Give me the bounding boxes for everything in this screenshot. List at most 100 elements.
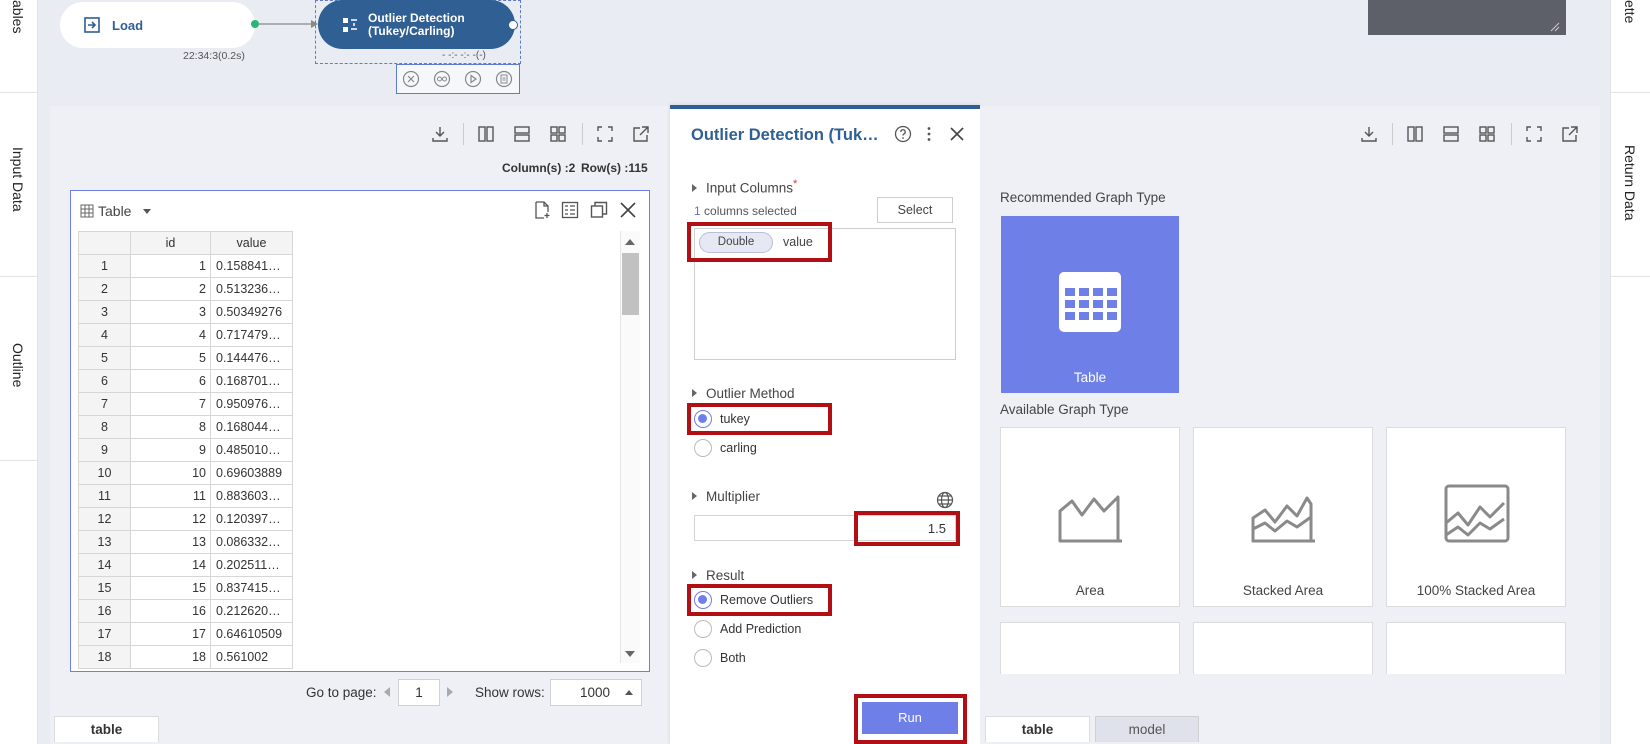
id-cell[interactable]: 11 — [130, 484, 211, 508]
value-cell[interactable]: 0.837415… — [210, 576, 293, 600]
table-row[interactable]: 7 7 0.950976… — [78, 392, 293, 416]
value-cell[interactable]: 0.168044… — [210, 415, 293, 439]
id-column-header[interactable]: id — [130, 231, 211, 255]
next-page-icon[interactable] — [447, 687, 453, 697]
value-cell[interactable]: 0.69603889 — [210, 461, 293, 485]
chevron-down-icon[interactable] — [143, 209, 151, 214]
split-horizontal-icon[interactable] — [511, 123, 533, 145]
id-cell[interactable]: 18 — [130, 645, 211, 669]
table-row[interactable]: 12 12 0.120397… — [78, 507, 293, 531]
split-horizontal-icon[interactable] — [1440, 123, 1462, 145]
recommended-table-card[interactable]: Table — [1001, 216, 1179, 393]
right-tab-table[interactable]: table — [985, 716, 1090, 742]
delete-node-icon[interactable] — [400, 68, 422, 90]
result-section[interactable]: Result — [692, 568, 744, 583]
minimap[interactable] — [1368, 0, 1566, 35]
graph-card-stacked-area[interactable]: Stacked Area — [1193, 427, 1373, 607]
table-row[interactable]: 5 5 0.144476… — [78, 346, 293, 370]
result-both-label[interactable]: Both — [720, 651, 746, 665]
id-cell[interactable]: 1 — [130, 254, 211, 278]
multiplier-section[interactable]: Multiplier — [692, 489, 760, 504]
table-row[interactable]: 6 6 0.168701… — [78, 369, 293, 393]
graph-card-more-3[interactable] — [1386, 622, 1566, 674]
right-tab-model[interactable]: model — [1095, 716, 1199, 742]
value-column-header[interactable]: value — [210, 231, 293, 255]
table-row[interactable]: 4 4 0.717479… — [78, 323, 293, 347]
value-cell[interactable]: 0.120397… — [210, 507, 293, 531]
scroll-down-icon[interactable] — [625, 651, 635, 657]
value-cell[interactable]: 0.883603… — [210, 484, 293, 508]
value-cell[interactable]: 0.717479… — [210, 323, 293, 347]
side-tab-tables[interactable]: ables — [10, 0, 26, 33]
method-carling-label[interactable]: carling — [720, 441, 757, 455]
table-row[interactable]: 13 13 0.086332… — [78, 530, 293, 554]
copy-icon[interactable] — [588, 199, 610, 221]
left-tab-table[interactable]: table — [54, 716, 159, 742]
id-cell[interactable]: 8 — [130, 415, 211, 439]
help-icon[interactable] — [892, 123, 914, 145]
connect-node-icon[interactable] — [431, 68, 453, 90]
table-row[interactable]: 17 17 0.64610509 — [78, 622, 293, 646]
id-cell[interactable]: 17 — [130, 622, 211, 646]
table-row[interactable]: 10 10 0.69603889 — [78, 461, 293, 485]
graph-card-area[interactable]: Area — [1000, 427, 1180, 607]
value-cell[interactable]: 0.212620… — [210, 599, 293, 623]
clipboard-node-icon[interactable] — [493, 68, 515, 90]
side-tab-outline[interactable]: Outline — [10, 343, 26, 387]
page-input[interactable]: 1 — [398, 679, 440, 706]
graph-card-100-stacked-area[interactable]: 100% Stacked Area — [1386, 427, 1566, 607]
select-columns-button[interactable]: Select — [877, 197, 953, 223]
scroll-up-icon[interactable] — [625, 239, 635, 245]
id-cell[interactable]: 5 — [130, 346, 211, 370]
close-panel-icon[interactable] — [946, 123, 968, 145]
prev-page-icon[interactable] — [384, 687, 390, 697]
download-icon[interactable] — [1358, 123, 1380, 145]
table-row[interactable]: 11 11 0.883603… — [78, 484, 293, 508]
side-tab-return-data[interactable]: Return Data — [1622, 145, 1638, 220]
globe-icon[interactable] — [934, 489, 956, 511]
table-row[interactable]: 3 3 0.50349276 — [78, 300, 293, 324]
result-add-radio[interactable] — [694, 620, 712, 638]
id-cell[interactable]: 16 — [130, 599, 211, 623]
value-cell[interactable]: 0.485010… — [210, 438, 293, 462]
show-rows-select[interactable]: 1000 — [550, 679, 642, 706]
value-cell[interactable]: 0.64610509 — [210, 622, 293, 646]
value-cell[interactable]: 0.144476… — [210, 346, 293, 370]
grid-layout-icon[interactable] — [547, 123, 569, 145]
id-cell[interactable]: 14 — [130, 553, 211, 577]
side-tab-palette[interactable]: ette — [1622, 0, 1638, 23]
id-cell[interactable]: 13 — [130, 530, 211, 554]
side-tab-input-data[interactable]: Input Data — [10, 147, 26, 212]
minimap-resize-icon[interactable] — [1550, 20, 1560, 32]
id-cell[interactable]: 9 — [130, 438, 211, 462]
value-cell[interactable]: 0.168701… — [210, 369, 293, 393]
fullscreen-icon[interactable] — [594, 123, 616, 145]
table-row[interactable]: 2 2 0.513236… — [78, 277, 293, 301]
id-cell[interactable]: 4 — [130, 323, 211, 347]
id-cell[interactable]: 6 — [130, 369, 211, 393]
result-both-radio[interactable] — [694, 649, 712, 667]
outlier-node[interactable]: Outlier Detection (Tukey/Carling) — [318, 0, 515, 49]
table-row[interactable]: 16 16 0.212620… — [78, 599, 293, 623]
method-carling-radio[interactable] — [694, 439, 712, 457]
graph-card-more-1[interactable] — [1000, 622, 1180, 674]
close-icon[interactable] — [617, 199, 639, 221]
result-add-label[interactable]: Add Prediction — [720, 622, 801, 636]
table-row[interactable]: 14 14 0.202511… — [78, 553, 293, 577]
value-cell[interactable]: 0.950976… — [210, 392, 293, 416]
value-cell[interactable]: 0.513236… — [210, 277, 293, 301]
id-cell[interactable]: 10 — [130, 461, 211, 485]
input-columns-section[interactable]: Input Columns* — [692, 178, 797, 196]
table-row[interactable]: 8 8 0.168044… — [78, 415, 293, 439]
outlier-output-port[interactable] — [508, 20, 518, 30]
table-row[interactable]: 18 18 0.561002 — [78, 645, 293, 669]
column-settings-icon[interactable] — [559, 199, 581, 221]
outlier-method-section[interactable]: Outlier Method — [692, 386, 795, 401]
table-view-selector[interactable]: Table — [98, 203, 131, 219]
download-icon[interactable] — [429, 123, 451, 145]
value-cell[interactable]: 0.50349276 — [210, 300, 293, 324]
value-cell[interactable]: 0.561002 — [210, 645, 293, 669]
external-open-icon[interactable] — [1559, 123, 1581, 145]
id-cell[interactable]: 3 — [130, 300, 211, 324]
table-row[interactable]: 15 15 0.837415… — [78, 576, 293, 600]
